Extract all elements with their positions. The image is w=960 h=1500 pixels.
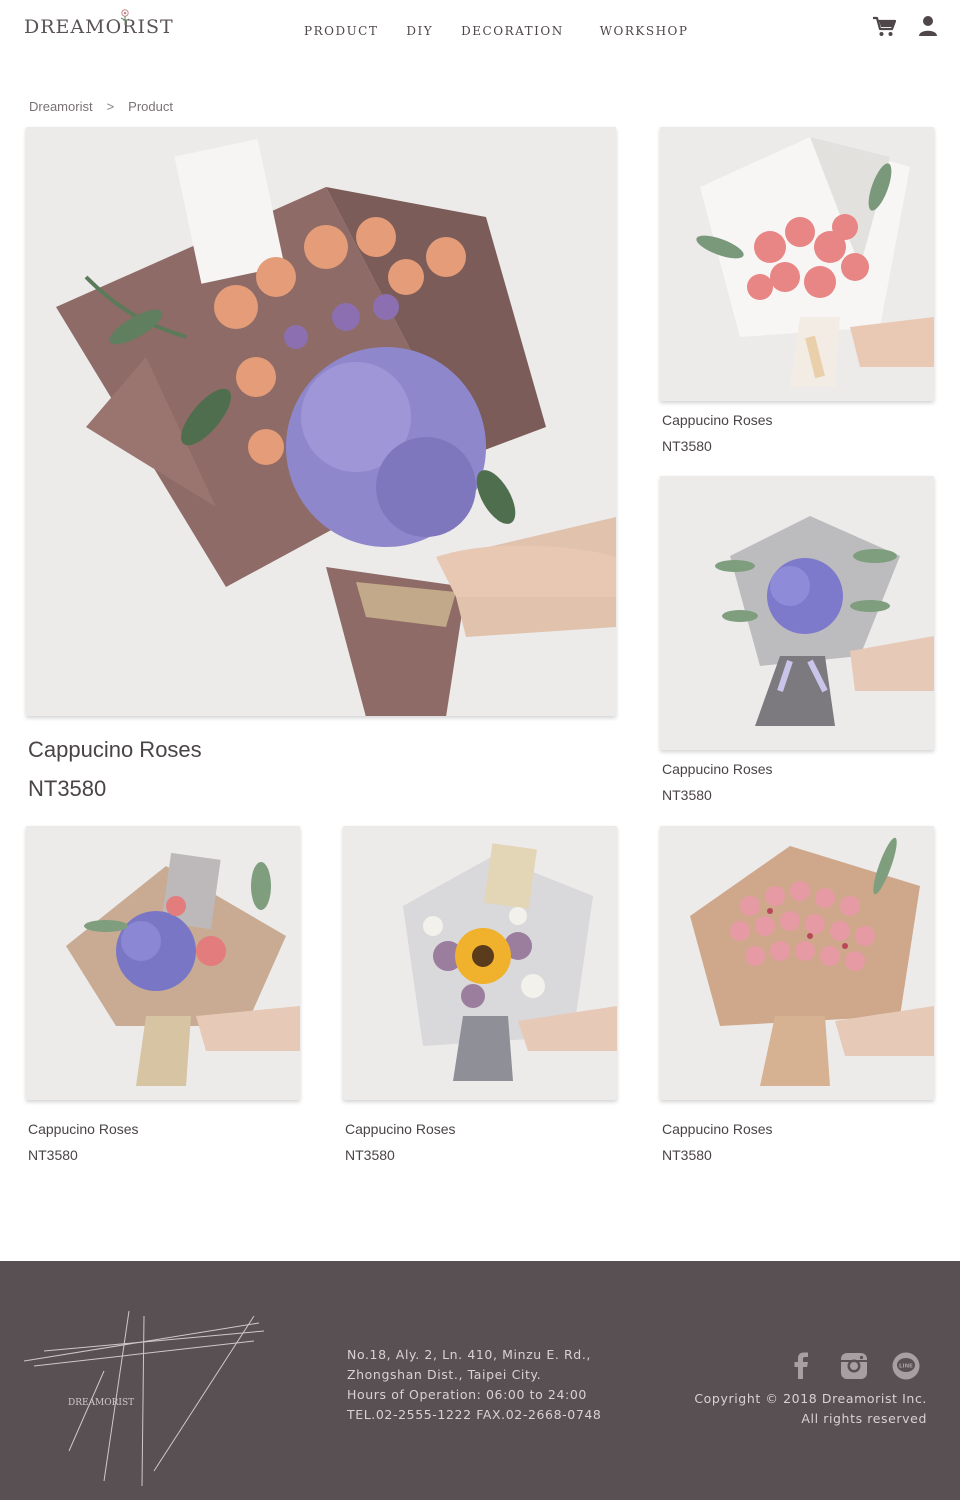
brand-logo[interactable]: DREAMORIST	[24, 9, 174, 38]
product-price: NT3580	[662, 1147, 712, 1163]
breadcrumb-separator: >	[106, 99, 115, 114]
contact-phone: TEL.02-2555-1222 FAX.02-2668-0748	[347, 1407, 602, 1422]
rose-icon	[120, 9, 130, 25]
product-name: Cappucino Roses	[662, 412, 773, 428]
opening-hours: Hours of Operation: 06:00 to 24:00	[347, 1387, 587, 1402]
footer-logo[interactable]: DREAMORIST	[24, 1311, 274, 1491]
product-price: NT3580	[662, 438, 712, 454]
main-nav: PRODUCT DIY DECORATION WORKSHOP	[304, 24, 716, 38]
product-name: Cappucino Roses	[662, 1121, 773, 1137]
cart-icon[interactable]	[872, 14, 896, 38]
rights-text: All rights reserved	[801, 1411, 927, 1426]
footer-copyright: Copyright © 2018 Dreamorist Inc. All rig…	[694, 1389, 927, 1429]
brand-logo-text: DREAMORIST	[24, 16, 174, 38]
product-image[interactable]	[343, 826, 617, 1100]
featured-product-price: NT3580	[28, 776, 107, 801]
nav-workshop[interactable]: WORKSHOP	[600, 24, 689, 38]
product-price: NT3580	[28, 1147, 78, 1163]
product-card[interactable]: Cappucino Roses NT3580	[660, 476, 934, 806]
nav-product[interactable]: PRODUCT	[304, 24, 378, 38]
nav-decoration[interactable]: DECORATION	[461, 24, 564, 38]
product-name: Cappucino Roses	[28, 1121, 139, 1137]
nav-diy[interactable]: DIY	[406, 24, 433, 38]
site-header: DREAMORIST PRODUCT DIY DECORATION WORKSH…	[0, 0, 960, 70]
footer-logo-text: DREAMORIST	[68, 1398, 134, 1408]
copyright-text: Copyright © 2018 Dreamorist Inc.	[694, 1391, 927, 1406]
facebook-icon[interactable]	[786, 1351, 816, 1381]
product-card[interactable]: Cappucino Roses NT3580	[660, 826, 934, 1166]
product-image[interactable]	[660, 127, 934, 401]
footer-address: No.18, Aly. 2, Ln. 410, Minzu E. Rd., Zh…	[347, 1345, 601, 1425]
product-price: NT3580	[345, 1147, 395, 1163]
featured-product-name: Cappucino Roses	[28, 737, 202, 762]
instagram-icon[interactable]	[839, 1351, 869, 1381]
svg-text:LINE: LINE	[899, 1364, 913, 1370]
site-footer: DREAMORIST No.18, Aly. 2, Ln. 410, Minzu…	[0, 1261, 960, 1500]
product-image[interactable]	[660, 476, 934, 750]
product-price: NT3580	[662, 787, 712, 803]
product-name: Cappucino Roses	[345, 1121, 456, 1137]
address-line: No.18, Aly. 2, Ln. 410, Minzu E. Rd.,	[347, 1347, 591, 1362]
product-image[interactable]	[660, 826, 934, 1100]
user-icon[interactable]	[916, 14, 940, 38]
featured-product-card[interactable]: Cappucino Roses NT3580	[26, 127, 616, 807]
product-card[interactable]: Cappucino Roses NT3580	[343, 826, 617, 1166]
breadcrumb: Dreamorist > Product	[29, 99, 173, 114]
line-icon[interactable]: LINE	[891, 1351, 921, 1381]
featured-product-image[interactable]	[26, 127, 616, 716]
address-line: Zhongshan Dist., Taipei City.	[347, 1367, 542, 1382]
product-name: Cappucino Roses	[662, 761, 773, 777]
product-image[interactable]	[26, 826, 300, 1100]
product-card[interactable]: Cappucino Roses NT3580	[26, 826, 300, 1166]
breadcrumb-home[interactable]: Dreamorist	[29, 99, 93, 114]
breadcrumb-current: Product	[128, 99, 173, 114]
product-card[interactable]: Cappucino Roses NT3580	[660, 127, 934, 457]
